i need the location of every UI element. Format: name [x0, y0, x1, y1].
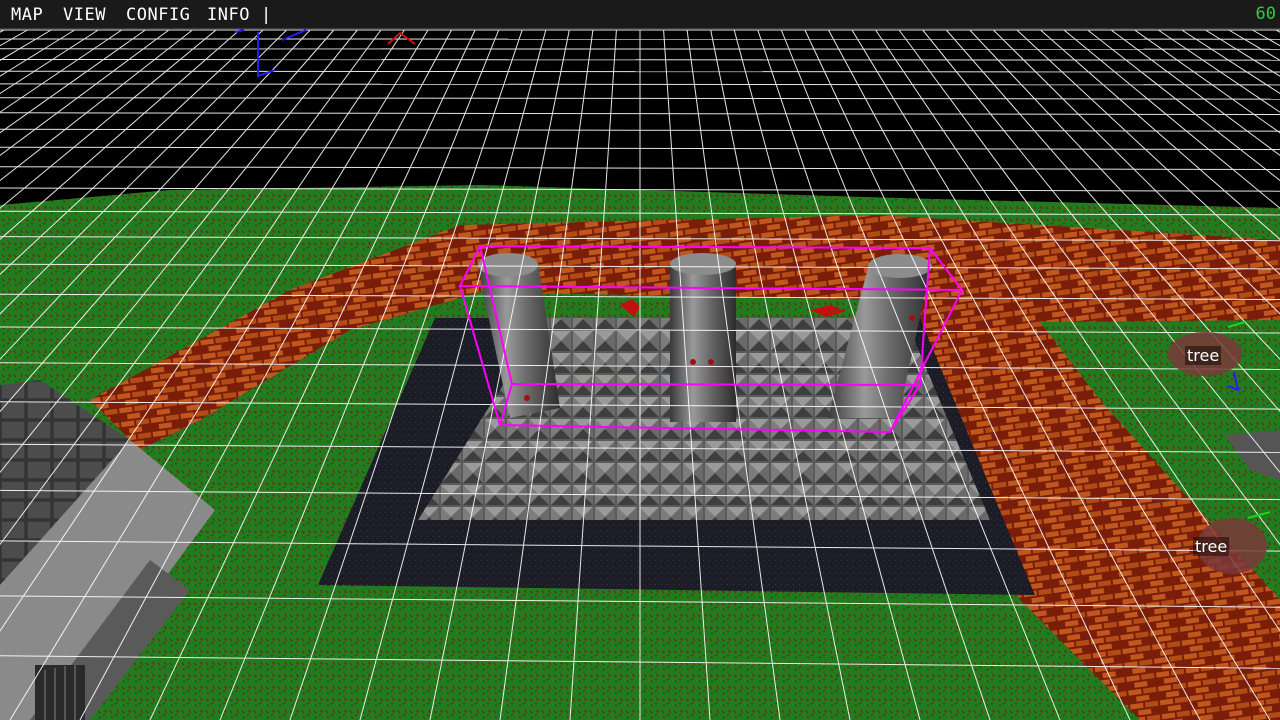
fps-counter: 60 — [1255, 4, 1276, 24]
menu-info[interactable]: INFO — [207, 5, 250, 25]
tree-label: tree — [1193, 537, 1230, 556]
menu-view[interactable]: VIEW — [63, 5, 106, 25]
menu-separator: | — [261, 5, 272, 25]
3d-viewport[interactable]: tree tree — [0, 0, 1280, 720]
map-scene[interactable] — [0, 0, 1280, 720]
menu-bar: MAP VIEW CONFIG INFO | 60 — [0, 0, 1280, 29]
tree-label: tree — [1185, 346, 1222, 365]
menu-map[interactable]: MAP — [11, 5, 43, 25]
menu-config[interactable]: CONFIG — [126, 5, 190, 25]
